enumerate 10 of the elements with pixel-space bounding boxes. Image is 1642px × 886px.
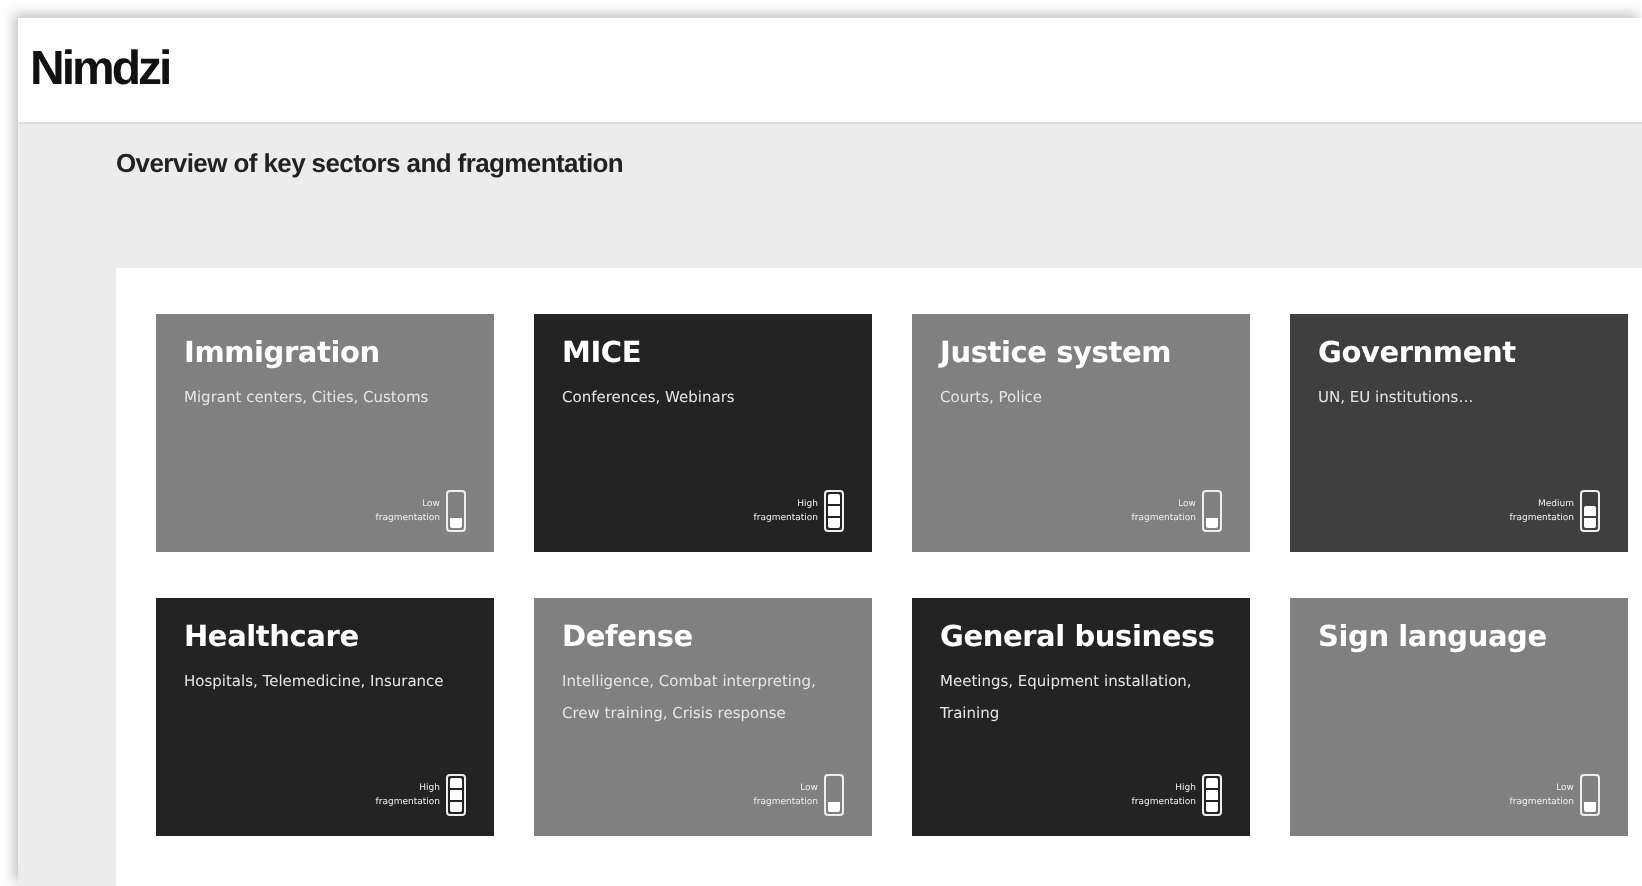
- logo: Nimdzi: [30, 42, 170, 98]
- card-title: General business: [940, 622, 1217, 654]
- card-title: Sign language: [1318, 622, 1549, 654]
- card-title: Government: [1318, 338, 1518, 370]
- card-title: Defense: [562, 622, 695, 654]
- card-title: Immigration: [184, 338, 382, 370]
- card-title: MICE: [562, 338, 644, 370]
- card-title: Justice system: [940, 338, 1174, 370]
- card-title: Healthcare: [184, 622, 361, 654]
- page-title: Overview of key sectors and fragmentation: [116, 148, 626, 182]
